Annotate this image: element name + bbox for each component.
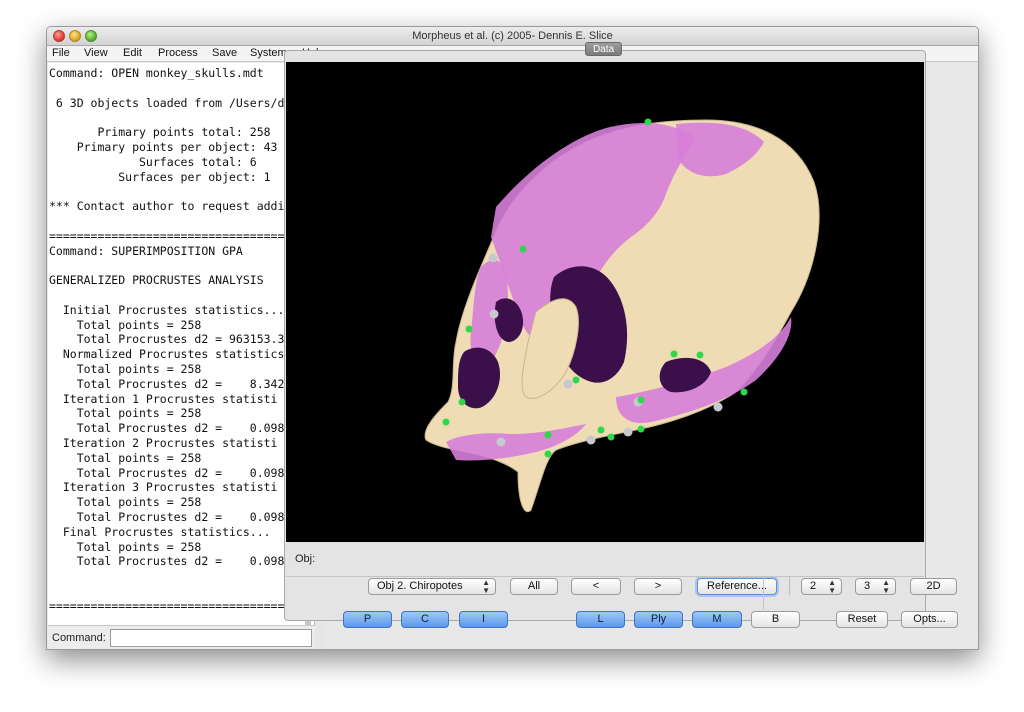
landmark-point <box>623 427 633 437</box>
i-toggle-button[interactable]: I <box>459 611 508 628</box>
landmark-point <box>458 398 466 406</box>
console-line: Command: OPEN monkey_skulls.mdt <box>49 66 264 80</box>
landmark-point <box>544 450 552 458</box>
console-line: Surfaces total: 6 <box>49 154 257 169</box>
landmark-point <box>496 437 506 447</box>
window-title: Morpheus et al. (c) 2005- Dennis E. Slic… <box>412 30 613 42</box>
menu-file[interactable]: File <box>52 47 70 59</box>
landmark-point <box>563 379 573 389</box>
command-input[interactable] <box>110 629 312 647</box>
console-line: Total points = 258 <box>49 539 202 554</box>
console-line: Total Procrustes d2 = 963153.3 <box>49 332 285 347</box>
console-line: Total Procrustes d2 = 0.098 <box>49 554 285 569</box>
landmark-point <box>489 309 499 319</box>
ply-toggle-button[interactable]: Ply <box>634 611 683 628</box>
landmark-point <box>488 253 498 263</box>
console-line: Iteration 1 Procrustes statisti <box>49 391 278 406</box>
menu-process[interactable]: Process <box>158 47 198 59</box>
console-line: Iteration 3 Procrustes statisti <box>49 480 278 495</box>
console-line: Total Procrustes d2 = 8.342 <box>49 376 285 391</box>
title-bar: Morpheus et al. (c) 2005- Dennis E. Slic… <box>47 27 978 46</box>
landmark-point <box>637 396 645 404</box>
menu-save[interactable]: Save <box>212 47 237 59</box>
landmark-point <box>544 431 552 439</box>
console-line: Total points = 258 <box>49 450 202 465</box>
landmark-point <box>713 402 723 412</box>
console-line: ================================== <box>49 598 285 613</box>
console-line: Total Procrustes d2 = 0.098 <box>49 509 285 524</box>
l-toggle-button[interactable]: L <box>576 611 625 628</box>
landmark-point <box>696 351 704 359</box>
object-label: Obj: <box>295 553 316 565</box>
reset-button[interactable]: Reset <box>836 611 888 628</box>
landmark-point <box>644 118 652 126</box>
console-line: Surfaces per object: 1 <box>49 169 271 184</box>
landmark-point <box>572 376 580 384</box>
command-bar: Command: <box>48 625 315 649</box>
console-line: Total points = 258 <box>49 361 202 376</box>
console-line: Normalized Procrustes statistics <box>49 347 285 362</box>
console-line: Primary points total: 258 <box>49 125 271 140</box>
landmark-point <box>586 435 596 445</box>
c-toggle-button[interactable]: C <box>401 611 449 628</box>
view-action-panel <box>764 576 924 610</box>
console-line: Final Procrustes statistics... <box>49 524 271 539</box>
console-line: 6 3D objects loaded from /Users/ds <box>49 95 292 110</box>
landmark-point <box>442 418 450 426</box>
menu-edit[interactable]: Edit <box>123 47 142 59</box>
landmark-point <box>597 426 605 434</box>
menu-system[interactable]: System <box>250 47 287 59</box>
landmark-point <box>740 388 748 396</box>
landmark-point <box>519 245 527 253</box>
3d-viewport[interactable] <box>286 62 924 542</box>
console-line: GENERALIZED PROCRUSTES ANALYSIS <box>49 273 264 288</box>
console-output: Command: OPEN monkey_skulls.mdt 6 3D obj… <box>49 66 291 613</box>
landmark-point <box>607 433 615 441</box>
command-label: Command: <box>52 632 106 644</box>
b-toggle-button[interactable]: B <box>751 611 800 628</box>
display-toggle-panel <box>286 576 764 610</box>
landmark-point <box>670 350 678 358</box>
menu-view[interactable]: View <box>84 47 108 59</box>
skull-render <box>424 118 820 513</box>
console-line: *** Contact author to request addi <box>49 199 285 214</box>
console-line: Command: SUPERIMPOSITION GPA <box>49 243 243 258</box>
console-line: Initial Procrustes statistics... <box>49 302 285 317</box>
console-line: ================================== <box>49 228 285 243</box>
console-panel: Command: OPEN monkey_skulls.mdt 6 3D obj… <box>48 63 315 625</box>
console-line: Primary points per object: 43 <box>49 139 278 154</box>
console-line: Total Procrustes d2 = 0.098 <box>49 465 285 480</box>
m-toggle-button[interactable]: M <box>692 611 742 628</box>
landmark-point <box>465 325 473 333</box>
landmark-point <box>637 425 645 433</box>
console-line: Total Procrustes d2 = 0.098 <box>49 421 285 436</box>
console-line: Total points = 258 <box>49 317 202 332</box>
p-toggle-button[interactable]: P <box>343 611 392 628</box>
console-line: Total points = 258 <box>49 406 202 421</box>
console-line: Iteration 2 Procrustes statisti <box>49 435 278 450</box>
console-line: Total points = 258 <box>49 495 202 510</box>
options-button[interactable]: Opts... <box>901 611 958 628</box>
tab-data[interactable]: Data <box>585 42 622 56</box>
